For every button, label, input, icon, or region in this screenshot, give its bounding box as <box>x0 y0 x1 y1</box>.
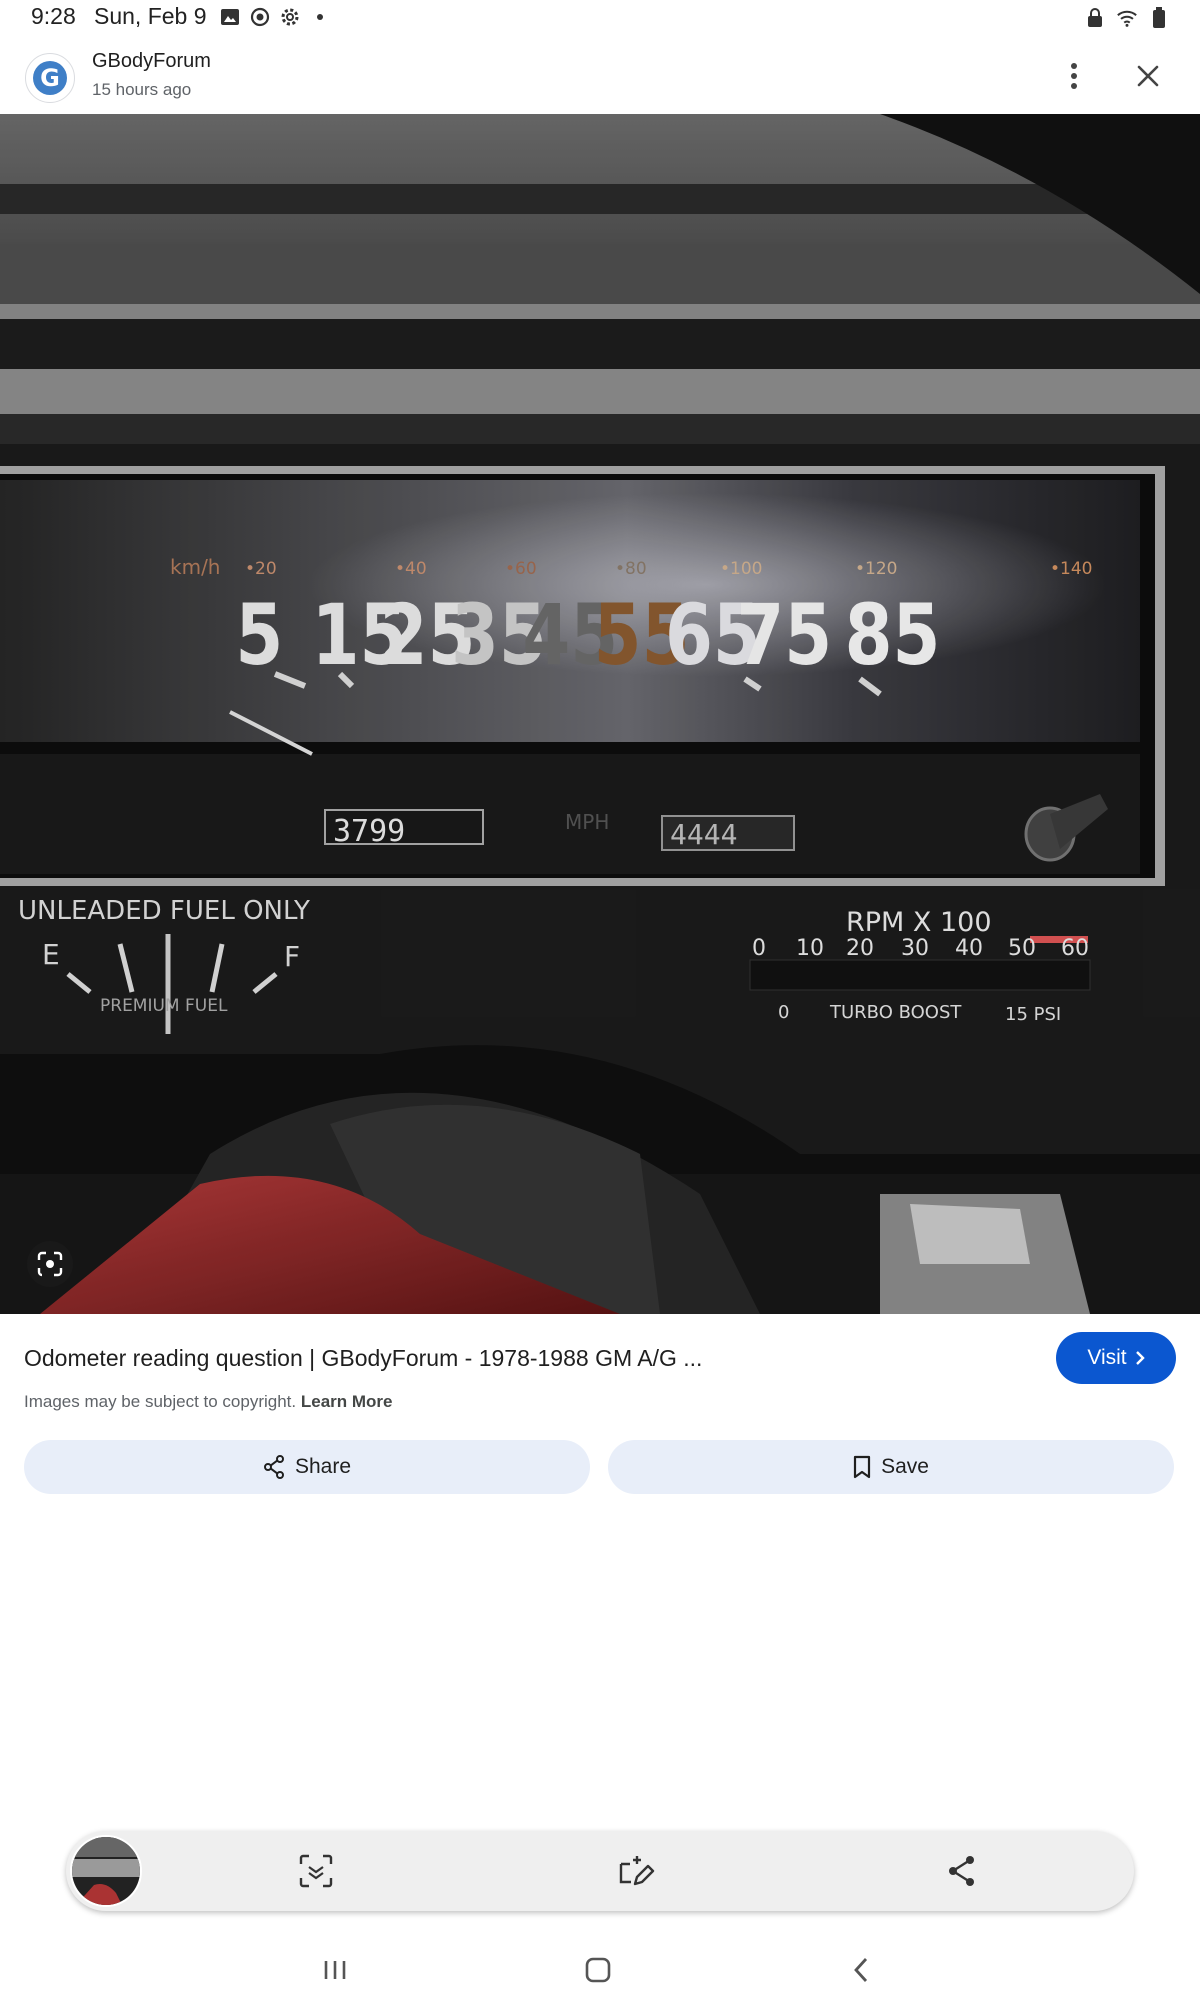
result-title[interactable]: Odometer reading question | GBodyForum -… <box>24 1345 1024 1372</box>
visit-button[interactable]: Visit <box>1056 1332 1176 1384</box>
scan-text-button[interactable] <box>294 1849 338 1893</box>
sync-icon <box>249 6 271 28</box>
status-time: 9:28 <box>31 3 76 29</box>
close-button[interactable] <box>1128 56 1168 96</box>
share-icon <box>949 1856 974 1886</box>
status-bar: 9:28 Sun, Feb 9 <box>0 0 1200 36</box>
dot-icon <box>309 6 331 28</box>
home-icon <box>585 1957 611 1983</box>
lens-icon <box>37 1251 63 1277</box>
recents-button[interactable] <box>313 1950 357 1990</box>
recents-icon <box>324 1961 346 1979</box>
save-button[interactable]: Save <box>608 1440 1174 1494</box>
result-header: G GBodyForum 15 hours ago <box>0 38 1200 114</box>
lens-button[interactable] <box>27 1241 73 1287</box>
site-logo-letter: G <box>33 61 67 95</box>
close-icon <box>1137 65 1159 87</box>
site-time: 15 hours ago <box>92 80 192 99</box>
site-name[interactable]: GBodyForum <box>92 50 211 73</box>
toolbar-share-button[interactable] <box>940 1849 984 1893</box>
visit-label: Visit <box>1087 1346 1127 1369</box>
dashboard-photo: km/h •20•40 •60•80 •100•120 •140 5 15 25… <box>0 114 1200 1314</box>
image-thumbnail[interactable] <box>70 1835 142 1907</box>
more-options-button[interactable] <box>1056 56 1092 96</box>
home-button[interactable] <box>576 1950 620 1990</box>
back-button[interactable] <box>839 1950 883 1990</box>
gallery-icon <box>219 6 241 28</box>
more-vert-icon <box>1071 63 1077 89</box>
lock-icon <box>1084 7 1106 29</box>
share-icon <box>263 1455 284 1479</box>
settings-icon <box>279 6 301 28</box>
share-label: Share <box>294 1455 352 1478</box>
result-image[interactable]: km/h •20•40 •60•80 •100•120 •140 5 15 25… <box>0 114 1200 1314</box>
edit-crop-icon <box>619 1856 655 1886</box>
copyright-text: Images may be subject to copyright. <box>24 1392 297 1411</box>
system-nav-bar <box>0 1940 1200 2000</box>
edit-button[interactable] <box>614 1849 658 1893</box>
status-icons-left <box>219 6 331 28</box>
wifi-icon <box>1116 7 1138 29</box>
learn-more-link[interactable]: Learn More <box>301 1392 393 1411</box>
share-button[interactable]: Share <box>24 1440 590 1494</box>
battery-icon <box>1148 7 1170 29</box>
bookmark-icon <box>853 1455 871 1479</box>
save-label: Save <box>881 1455 929 1478</box>
copyright-notice: Images may be subject to copyright. Lear… <box>24 1392 393 1412</box>
chevron-right-icon <box>1135 1351 1145 1365</box>
image-toolbar <box>66 1831 1134 1911</box>
status-date: Sun, Feb 9 <box>94 3 207 29</box>
site-logo[interactable]: G <box>25 53 75 103</box>
scan-text-icon <box>299 1854 333 1888</box>
back-icon <box>854 1958 868 1982</box>
status-icons-right <box>1084 7 1170 29</box>
